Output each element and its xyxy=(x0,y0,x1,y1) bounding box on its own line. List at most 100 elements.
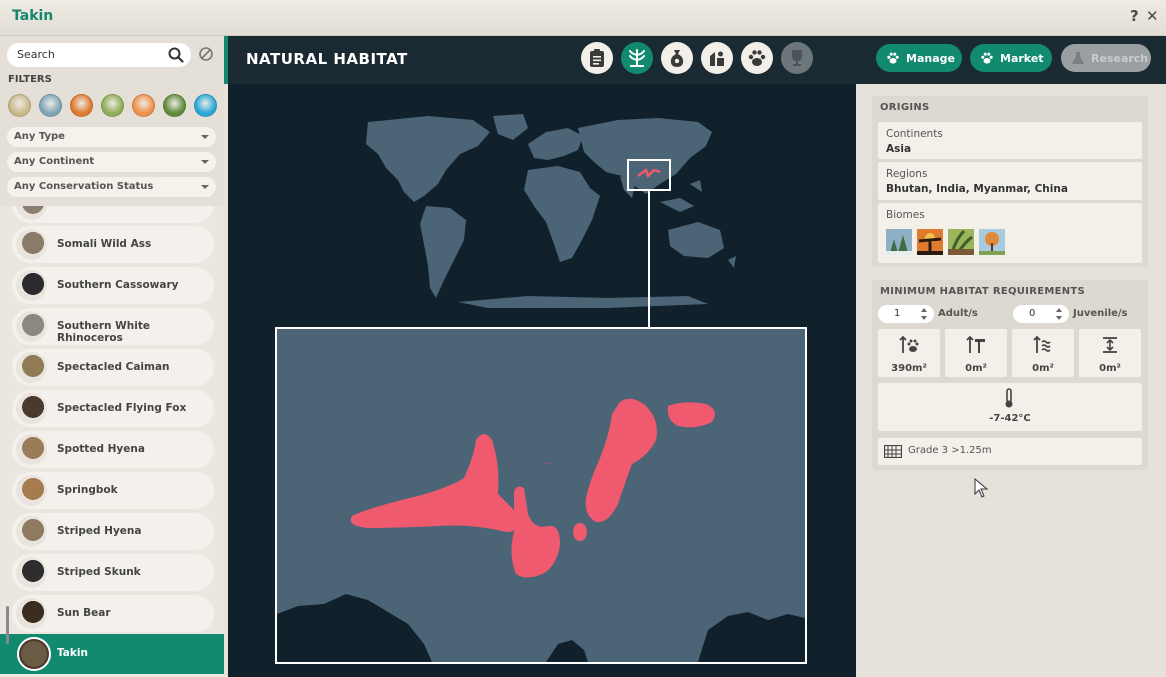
avatar xyxy=(16,598,47,629)
animal-name: Springbok xyxy=(57,484,118,496)
avatar xyxy=(16,270,47,301)
biome-filter-temperate[interactable] xyxy=(101,94,124,117)
tab-bar xyxy=(581,42,813,74)
barrier-value: Grade 3 >1.25m xyxy=(908,445,992,456)
deep-water-card: 0m² xyxy=(1079,329,1141,377)
animal-name: Sun Bear xyxy=(57,607,111,619)
list-item[interactable]: Takin xyxy=(0,634,224,674)
market-button[interactable]: Market xyxy=(970,44,1052,72)
biome-filter-desert[interactable] xyxy=(70,94,93,117)
juveniles-stepper[interactable]: 0 xyxy=(1013,305,1069,323)
paw-icon xyxy=(748,50,766,66)
animal-sidebar: Search FILTERS Any Type Any Continent An… xyxy=(0,36,224,677)
origins-section: ORIGINS Continents Asia Regions Bhutan, … xyxy=(872,96,1148,267)
list-item[interactable]: Southern Cassowary xyxy=(12,267,214,304)
avatar xyxy=(16,516,47,547)
list-item[interactable]: Spectacled Flying Fox xyxy=(12,390,214,427)
page-title: NATURAL HABITAT xyxy=(246,50,408,68)
animal-list[interactable]: Somali Wild Ass Southern Cassowary Souther… xyxy=(0,206,224,677)
continent-dropdown-value: Any Continent xyxy=(14,156,95,167)
manage-button[interactable]: Manage xyxy=(876,44,962,72)
water-area-card: 0m² xyxy=(1012,329,1074,377)
fence-icon xyxy=(884,445,902,458)
status-dropdown[interactable]: Any Conservation Status xyxy=(7,177,216,197)
window-title: Takin xyxy=(12,8,54,24)
flask-icon xyxy=(1072,52,1084,64)
juveniles-decrement[interactable] xyxy=(1056,316,1062,320)
help-button[interactable]: ? xyxy=(1130,7,1139,25)
list-item[interactable]: Spectacled Caiman xyxy=(12,349,214,386)
list-item[interactable] xyxy=(12,206,214,223)
avatar xyxy=(16,206,47,220)
adults-increment[interactable] xyxy=(921,308,927,312)
biome-filter-aquatic-sunset[interactable] xyxy=(132,94,155,117)
juveniles-increment[interactable] xyxy=(1056,308,1062,312)
water-area-icon xyxy=(1033,335,1051,353)
research-button[interactable]: Research xyxy=(1061,44,1151,72)
info-panel: ORIGINS Continents Asia Regions Bhutan, … xyxy=(856,84,1166,677)
mouse-cursor-icon xyxy=(974,478,989,498)
animal-name: Southern Cassowary xyxy=(57,279,179,291)
market-label: Market xyxy=(1000,51,1044,65)
avatar xyxy=(17,637,51,671)
list-item[interactable]: Springbok xyxy=(12,472,214,509)
list-item[interactable]: Somali Wild Ass xyxy=(12,226,214,263)
climbing-area-card: 0m² xyxy=(945,329,1007,377)
biome-icons xyxy=(886,229,1005,255)
list-item[interactable]: Striped Skunk xyxy=(12,554,214,591)
juveniles-label: Juvenile/s xyxy=(1073,308,1128,319)
paw-icon xyxy=(887,52,899,64)
chevron-down-icon xyxy=(201,185,209,189)
biome-filter-ocean[interactable] xyxy=(194,94,217,117)
list-item[interactable]: Southern White Rhinoceros xyxy=(12,308,214,345)
habitat-icon xyxy=(629,49,645,67)
page-header: NATURAL HABITAT Manage Market Research xyxy=(224,36,1166,84)
continent-dropdown[interactable]: Any Continent xyxy=(7,152,216,172)
avatar xyxy=(16,311,47,342)
tab-enrichment[interactable] xyxy=(701,42,733,74)
avatar xyxy=(16,434,47,465)
desert-icon xyxy=(917,229,943,255)
biomes-card: Biomes xyxy=(878,203,1142,263)
search-icon[interactable] xyxy=(167,46,185,64)
search-input[interactable]: Search xyxy=(7,43,191,67)
deep-water-value: 0m² xyxy=(1099,363,1121,374)
tab-info[interactable] xyxy=(581,42,613,74)
thermometer-icon xyxy=(1005,388,1013,408)
adults-decrement[interactable] xyxy=(921,316,927,320)
animal-name: Striped Hyena xyxy=(57,525,142,537)
enrichment-icon xyxy=(710,51,724,66)
list-item[interactable]: Spotted Hyena xyxy=(12,431,214,468)
biomes-label: Biomes xyxy=(886,209,925,221)
tropical-icon xyxy=(948,229,974,255)
animal-name: Spotted Hyena xyxy=(57,443,145,455)
avatar xyxy=(16,475,47,506)
biome-filter-tropical[interactable] xyxy=(163,94,186,117)
tab-trophy[interactable] xyxy=(781,42,813,74)
tab-habitat[interactable] xyxy=(621,42,653,74)
clear-filter-icon[interactable] xyxy=(198,46,214,62)
land-area-card: 390m² xyxy=(878,329,940,377)
biome-filter-tundra[interactable] xyxy=(39,94,62,117)
biome-filter-group xyxy=(8,94,217,117)
scrollbar[interactable] xyxy=(6,606,9,644)
world-landmass xyxy=(366,114,736,308)
biome-filter-grassland[interactable] xyxy=(8,94,31,117)
trophy-icon xyxy=(792,50,802,66)
tab-welfare[interactable] xyxy=(741,42,773,74)
avatar xyxy=(16,229,47,260)
status-dropdown-value: Any Conservation Status xyxy=(14,181,154,192)
list-item[interactable]: Sun Bear xyxy=(12,595,214,632)
temperature-card: -7-42°C xyxy=(878,383,1142,431)
juveniles-value: 0 xyxy=(1029,308,1036,319)
type-dropdown[interactable]: Any Type xyxy=(7,127,216,147)
adults-value: 1 xyxy=(894,308,901,319)
regions-value: Bhutan, India, Myanmar, China xyxy=(886,183,1068,195)
close-button[interactable]: ✕ xyxy=(1146,7,1159,25)
list-item[interactable]: Striped Hyena xyxy=(12,513,214,550)
adults-stepper[interactable]: 1 xyxy=(878,305,934,323)
paw-icon xyxy=(981,52,993,64)
title-bar: Takin ? ✕ xyxy=(0,0,1166,36)
filters-label: FILTERS xyxy=(8,74,52,85)
tab-food[interactable] xyxy=(661,42,693,74)
